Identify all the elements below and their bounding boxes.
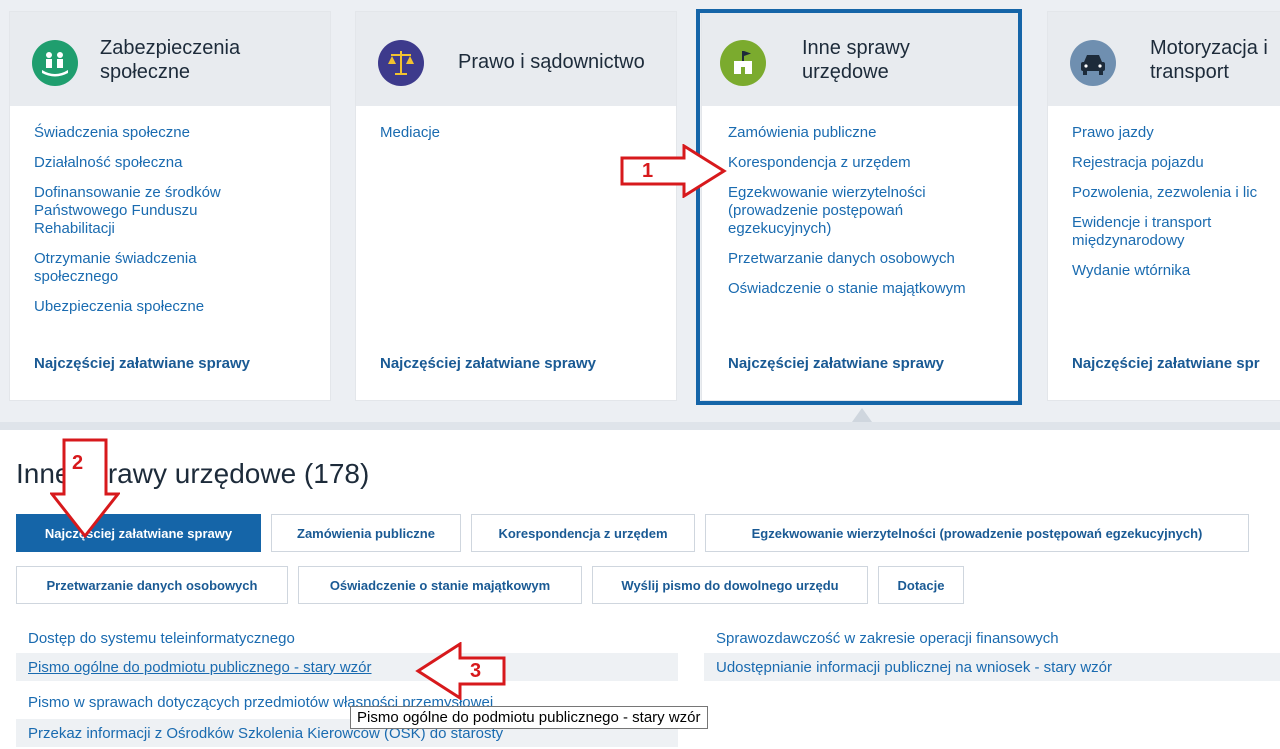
- annotation-arrow-3: [415, 642, 506, 700]
- filter-chip-debt-enforcement[interactable]: Egzekwowanie wierzytelności (prowadzenie…: [705, 514, 1249, 552]
- card-link[interactable]: Pozwolenia, zezwolenia i lic: [1072, 184, 1280, 202]
- filter-chip-send-letter[interactable]: Wyślij pismo do dowolnego urzędu: [592, 566, 868, 604]
- card-link[interactable]: Dofinansowanie ze środków Państwowego Fu…: [34, 184, 330, 238]
- selected-card-highlight: [696, 9, 1022, 405]
- card-title[interactable]: Motoryzacja i transport: [1150, 36, 1268, 84]
- filter-chip-data-processing[interactable]: Przetwarzanie danych osobowych: [16, 566, 288, 604]
- service-link[interactable]: Udostępnianie informacji publicznej na w…: [704, 653, 1280, 681]
- family-icon: [32, 40, 78, 86]
- card-link[interactable]: Rejestracja pojazdu: [1072, 154, 1280, 172]
- service-link[interactable]: Dostęp do systemu teleinformatycznego: [16, 624, 678, 652]
- selection-pointer: [852, 408, 872, 422]
- card-link[interactable]: Prawo jazdy: [1072, 124, 1280, 142]
- annotation-arrow-2: [50, 438, 120, 538]
- card-header[interactable]: Motoryzacja i transport: [1048, 12, 1280, 106]
- card-header[interactable]: Zabezpieczenia społeczne: [10, 12, 330, 106]
- scales-icon: [378, 40, 424, 86]
- filter-chip-public-procurement[interactable]: Zamówienia publiczne: [271, 514, 461, 552]
- annotation-arrow-1: [620, 144, 727, 198]
- card-link[interactable]: Świadczenia społeczne: [34, 124, 330, 142]
- link-tooltip: Pismo ogólne do podmiotu publicznego - s…: [350, 706, 708, 729]
- category-card-transport: Motoryzacja i transport Prawo jazdy Rejes…: [1048, 12, 1280, 400]
- card-link[interactable]: Mediacje: [380, 124, 676, 142]
- card-footer-link[interactable]: Najczęściej załatwiane sprawy: [34, 355, 250, 372]
- annotation-label-1: 1: [642, 160, 654, 182]
- card-link[interactable]: Otrzymanie świadczenia społecznego: [34, 250, 330, 286]
- category-card-law: Prawo i sądownictwo Mediacje Najczęściej…: [356, 12, 676, 400]
- annotation-label-3: 3: [470, 660, 482, 682]
- card-title[interactable]: Prawo i sądownictwo: [458, 50, 645, 74]
- annotation-label-2: 2: [72, 452, 84, 474]
- card-link[interactable]: Ewidencje i transport międzynarodowy: [1072, 214, 1280, 250]
- card-footer-link[interactable]: Najczęściej załatwiane sprawy: [380, 355, 596, 372]
- panel-top-border: [0, 422, 1280, 430]
- service-link[interactable]: Sprawozdawczość w zakresie operacji fina…: [704, 624, 1280, 652]
- card-header[interactable]: Prawo i sądownictwo: [356, 12, 676, 106]
- service-link[interactable]: Pismo ogólne do podmiotu publicznego - s…: [16, 653, 678, 681]
- card-link[interactable]: Działalność społeczna: [34, 154, 330, 172]
- filter-chip-grants[interactable]: Dotacje: [878, 566, 964, 604]
- card-link[interactable]: Ubezpieczenia społeczne: [34, 298, 330, 316]
- filter-chip-correspondence[interactable]: Korespondencja z urzędem: [471, 514, 695, 552]
- filter-chip-asset-declaration[interactable]: Oświadczenie o stanie majątkowym: [298, 566, 582, 604]
- car-icon: [1070, 40, 1116, 86]
- category-card-social: Zabezpieczenia społeczne Świadczenia społ…: [10, 12, 330, 400]
- card-link[interactable]: Wydanie wtórnika: [1072, 262, 1280, 280]
- card-title[interactable]: Zabezpieczenia społeczne: [100, 36, 240, 84]
- card-footer-link[interactable]: Najczęściej załatwiane spr: [1072, 355, 1260, 372]
